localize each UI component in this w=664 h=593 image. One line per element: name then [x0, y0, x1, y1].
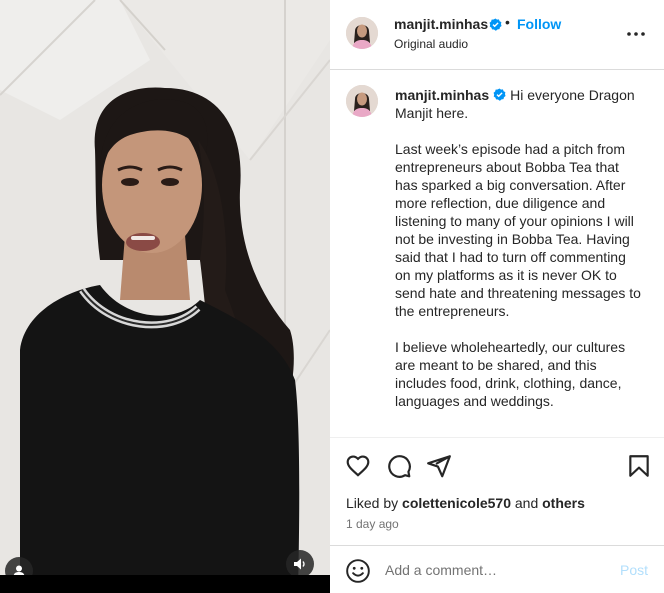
header-separator: •: [505, 14, 510, 30]
post-timestamp[interactable]: 1 day ago: [346, 517, 399, 531]
speaker-icon: [294, 558, 305, 570]
comment-bubble-icon[interactable]: [386, 453, 412, 479]
liked-by-others-link[interactable]: others: [542, 495, 585, 511]
add-comment-bar: Post: [330, 545, 664, 593]
post-actions: Liked by colettenicole570 and others 1 d…: [330, 437, 664, 537]
post-caption-area: manjit.minhas Hi everyone Dragon Manjit …: [330, 71, 664, 437]
paper-plane-icon[interactable]: [426, 453, 452, 479]
post-details-panel: manjit.minhas • Follow Original audio ma…: [330, 0, 664, 593]
heart-icon[interactable]: [345, 453, 371, 479]
emoji-smile-icon[interactable]: [345, 558, 371, 584]
post-comment-button[interactable]: Post: [620, 562, 648, 578]
audio-toggle-button[interactable]: [286, 550, 314, 578]
follow-button[interactable]: Follow: [517, 16, 561, 32]
audio-label[interactable]: Original audio: [394, 37, 468, 51]
comment-input[interactable]: [385, 558, 605, 582]
avatar-image: [346, 85, 378, 117]
bookmark-icon[interactable]: [626, 453, 652, 479]
post-header: manjit.minhas • Follow Original audio: [330, 0, 664, 70]
liked-by-prefix: Liked by: [346, 495, 399, 511]
post-video[interactable]: [0, 0, 330, 593]
liked-by-user-link[interactable]: colettenicole570: [402, 495, 511, 511]
author-username[interactable]: manjit.minhas: [394, 16, 488, 32]
caption-text: Hi everyone Dragon Manjit here. Last wee…: [395, 87, 641, 409]
avatar-image: [346, 17, 378, 49]
video-bottom-bar: [0, 575, 330, 593]
post-caption: manjit.minhas Hi everyone Dragon Manjit …: [395, 86, 645, 410]
video-frame-image: [0, 0, 330, 593]
verified-badge-icon: [493, 88, 506, 101]
liked-by-and: and: [514, 495, 539, 511]
more-options-icon[interactable]: [626, 24, 646, 44]
verified-badge-icon: [489, 18, 502, 31]
author-avatar[interactable]: [346, 17, 378, 49]
liked-by-summary: Liked by colettenicole570 and others: [346, 495, 585, 511]
caption-author-avatar[interactable]: [346, 85, 378, 117]
caption-username[interactable]: manjit.minhas: [395, 87, 489, 103]
